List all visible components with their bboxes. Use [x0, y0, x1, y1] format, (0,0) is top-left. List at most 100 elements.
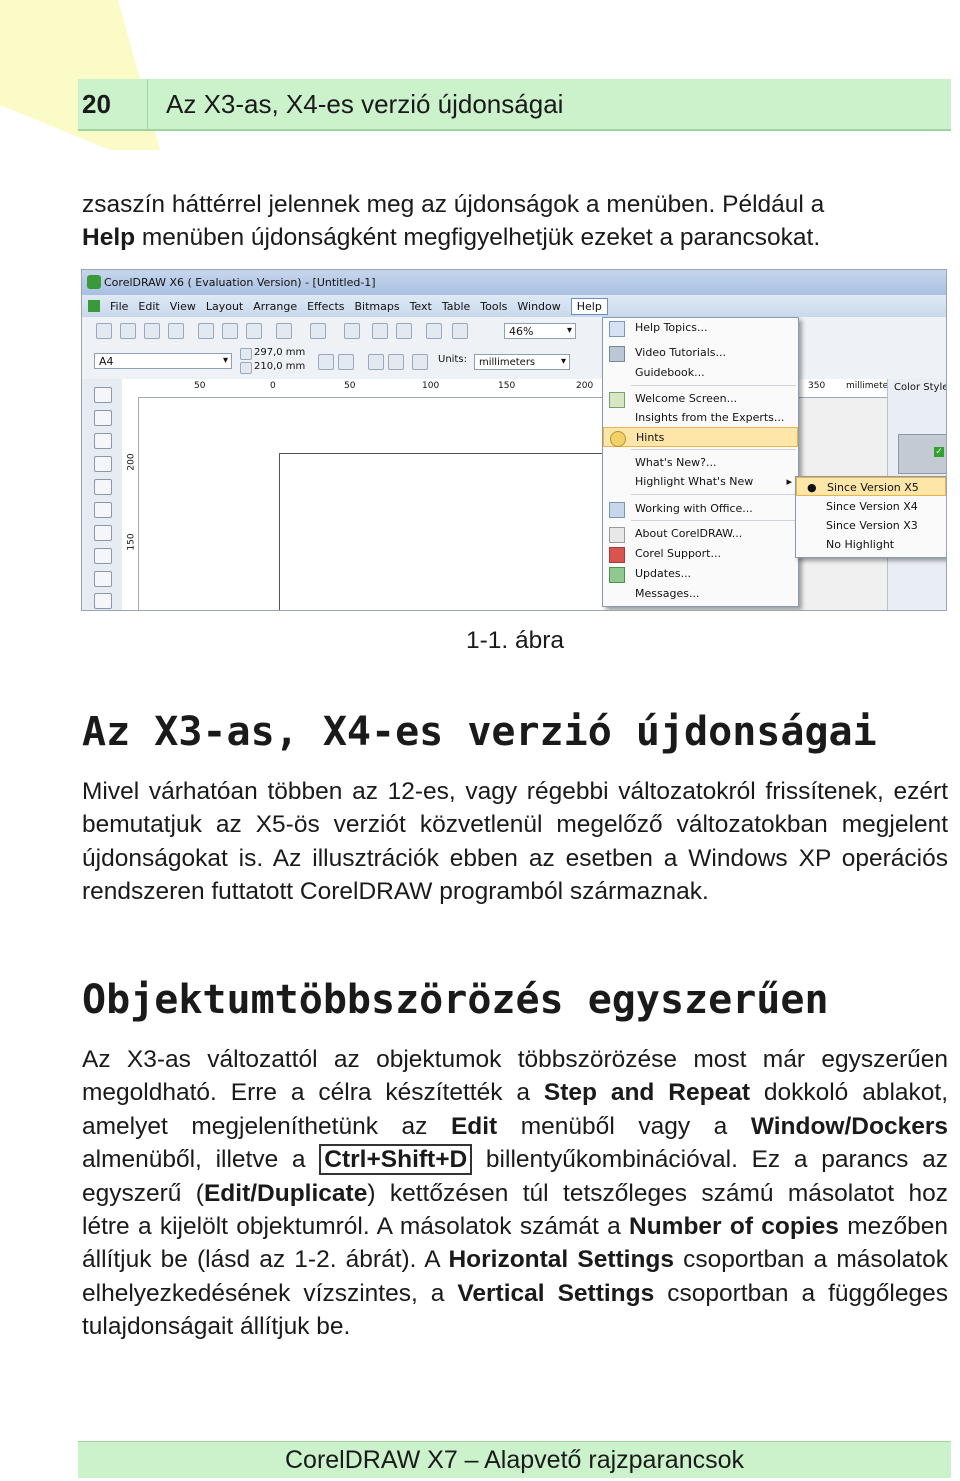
menu-layout[interactable]: Layout — [206, 300, 243, 313]
ruler-h-label: 50 — [194, 381, 206, 391]
units-icon — [412, 354, 428, 370]
menu-file[interactable]: File — [110, 300, 128, 313]
menu-item-updates[interactable]: Updates... — [603, 564, 798, 584]
menu-item-corel-support[interactable]: Corel Support... — [603, 544, 798, 564]
menu-item-messages[interactable]: Messages... — [603, 584, 798, 604]
edit-duplicate-bold: Edit/Duplicate — [203, 1179, 368, 1207]
vertical-ruler: 200 150 — [122, 397, 139, 610]
launcher-icon[interactable] — [426, 323, 442, 339]
ruler-h-label: 150 — [498, 381, 516, 391]
menu-item-about[interactable]: About CorelDRAW... — [603, 524, 798, 544]
submenu-item-since-x3[interactable]: Since Version X3 — [796, 516, 946, 535]
save-icon[interactable] — [144, 323, 160, 339]
new-icon[interactable] — [96, 323, 112, 339]
menu-view[interactable]: View — [170, 300, 196, 313]
export-icon[interactable] — [396, 323, 412, 339]
menu-edit[interactable]: Edit — [138, 300, 159, 313]
menu-window[interactable]: Window — [517, 300, 560, 313]
radio-dot-icon: ● — [807, 481, 817, 494]
welcome-icon[interactable] — [452, 323, 468, 339]
intro-line2: menüben újdonságként megfigyelhetjük eze… — [135, 224, 821, 252]
drawing-canvas[interactable] — [139, 398, 610, 610]
menu-tools[interactable]: Tools — [480, 300, 507, 313]
submenu-item-since-x4[interactable]: Since Version X4 — [796, 497, 946, 516]
menu-item-whats-new[interactable]: What's New?... — [603, 453, 798, 473]
figure-caption: 1-1. ábra — [465, 627, 565, 654]
zoom-combo[interactable]: 46% — [504, 323, 576, 339]
page-footer: CorelDRAW X7 – Alapvető rajzparancsok — [78, 1441, 951, 1478]
redo-icon[interactable] — [310, 323, 326, 339]
search-icon[interactable] — [344, 323, 360, 339]
shape-tool-icon[interactable] — [94, 410, 112, 426]
zoom-tool-icon[interactable] — [94, 456, 112, 472]
crop-tool-icon[interactable] — [94, 433, 112, 449]
menu-item-insights[interactable]: Insights from the Experts... — [603, 408, 798, 428]
units-label: Units: — [438, 354, 467, 365]
open-icon[interactable] — [120, 323, 136, 339]
ruler-v-label: 200 — [126, 453, 137, 471]
section1-heading: Az X3-as, X4-es verzió újdonságai — [82, 709, 877, 755]
menu-item-highlight-whats-new[interactable]: Highlight What's New ▸ — [603, 472, 798, 492]
ruler-h-label: 350 — [808, 381, 826, 391]
menu-bitmaps[interactable]: Bitmaps — [354, 300, 399, 313]
vertical-settings-bold: Vertical Settings — [457, 1279, 655, 1307]
docker-title: Color Styles — [894, 382, 946, 393]
import-icon[interactable] — [372, 323, 388, 339]
current-page-icon[interactable] — [388, 354, 404, 370]
toolbox — [82, 379, 123, 610]
copy-icon[interactable] — [222, 323, 238, 339]
menu-arrange[interactable]: Arrange — [253, 300, 297, 313]
ruler-h-label: 100 — [422, 381, 440, 391]
section1-body: Mivel várhatóan többen az 12-es, vagy ré… — [82, 778, 948, 906]
intro-help-bold: Help — [82, 224, 136, 252]
page-width-field[interactable]: 297,0 mm — [254, 347, 305, 358]
cut-icon[interactable] — [198, 323, 214, 339]
ellipse-tool-icon[interactable] — [94, 548, 112, 564]
ruler-h-label: 50 — [344, 381, 356, 391]
basic-shapes-tool-icon[interactable] — [94, 593, 112, 609]
menu-help[interactable]: Help — [570, 297, 608, 315]
property-bar: A4 297,0 mm 210,0 mm Units: millimeters — [82, 345, 946, 380]
window-titlebar: CorelDRAW X6 ( Evaluation Version) - [Un… — [82, 270, 946, 295]
menubar: File Edit View Layout Arrange Effects Bi… — [82, 295, 946, 317]
polygon-tool-icon[interactable] — [94, 571, 112, 587]
highlight-submenu: ● Since Version X5 Since Version X4 Sinc… — [795, 476, 946, 558]
smart-fill-tool-icon[interactable] — [94, 502, 112, 518]
rectangle-tool-icon[interactable] — [94, 525, 112, 541]
video-icon — [609, 346, 625, 362]
paste-icon[interactable] — [246, 323, 262, 339]
submenu-item-since-x5[interactable]: ● Since Version X5 — [796, 477, 946, 496]
window-dockers-bold: Window/Dockers — [750, 1112, 948, 1140]
page-height-field[interactable]: 210,0 mm — [254, 361, 305, 372]
menu-item-working-with-office[interactable]: Working with Office... — [603, 499, 798, 519]
menu-table[interactable]: Table — [442, 300, 470, 313]
menu-effects[interactable]: Effects — [307, 300, 344, 313]
ruler-h-label: 200 — [576, 381, 594, 391]
portrait-icon[interactable] — [318, 354, 334, 370]
color-style-swatch[interactable] — [898, 434, 946, 474]
pick-tool-icon[interactable] — [94, 387, 112, 403]
menu-item-guidebook[interactable]: Guidebook... — [603, 363, 798, 383]
submenu-arrow-icon: ▸ — [786, 475, 792, 488]
units-combo[interactable]: millimeters — [474, 354, 570, 370]
menu-item-welcome-screen[interactable]: Welcome Screen... — [603, 389, 798, 409]
freehand-tool-icon[interactable] — [94, 479, 112, 495]
menu-item-help-topics[interactable]: Help Topics... — [603, 318, 798, 338]
ruler-v-label: 150 — [126, 533, 137, 551]
help-icon — [609, 321, 625, 337]
landscape-icon[interactable] — [338, 354, 354, 370]
document-menu-icon[interactable] — [88, 300, 100, 312]
welcome-screen-icon — [609, 392, 625, 408]
menu-text[interactable]: Text — [410, 300, 432, 313]
menu-item-hints[interactable]: Hints — [603, 427, 798, 447]
submenu-item-no-highlight[interactable]: No Highlight — [796, 535, 946, 554]
print-icon[interactable] — [168, 323, 184, 339]
height-icon — [240, 362, 252, 374]
paper-size-combo[interactable]: A4 — [94, 353, 232, 369]
menu-separator — [631, 520, 796, 521]
page-border — [279, 453, 610, 610]
all-pages-icon[interactable] — [368, 354, 384, 370]
menu-item-video-tutorials[interactable]: Video Tutorials... — [603, 343, 798, 363]
intro-paragraph: zsaszín háttérrel jelennek meg az újdons… — [82, 188, 948, 255]
undo-icon[interactable] — [276, 323, 292, 339]
